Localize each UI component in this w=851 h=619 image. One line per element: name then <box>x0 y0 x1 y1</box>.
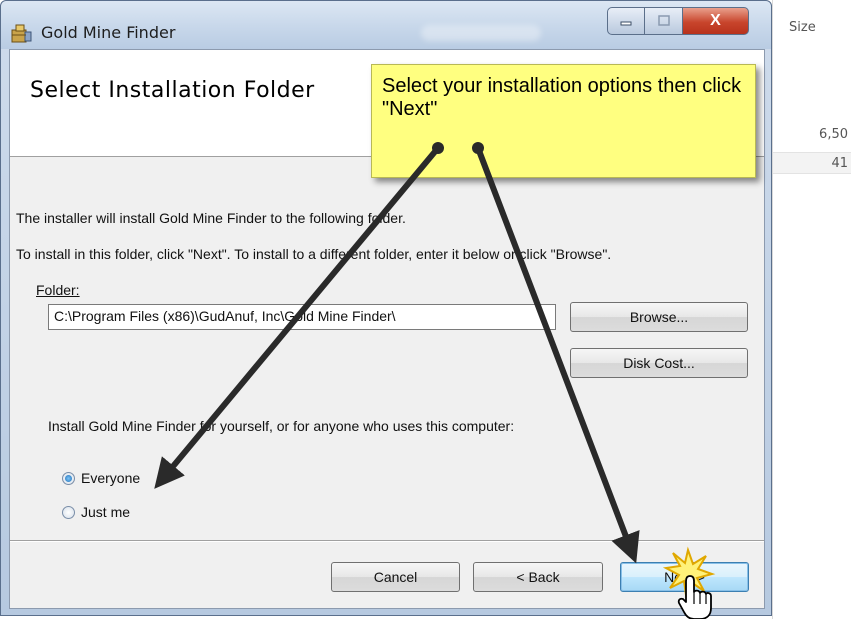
folder-label: Folder: <box>36 282 80 298</box>
maximize-button[interactable] <box>645 7 683 35</box>
size-column-header[interactable]: Size <box>789 20 816 35</box>
file-size-cell[interactable]: 41 <box>773 152 851 174</box>
radio-everyone[interactable]: Everyone <box>62 470 140 486</box>
tutorial-callout: Select your installation options then cl… <box>371 64 756 178</box>
minimize-icon <box>620 21 632 26</box>
close-icon: X <box>710 12 721 29</box>
maximize-icon <box>657 15 670 26</box>
browse-button[interactable]: Browse... <box>570 302 748 332</box>
back-button[interactable]: < Back <box>473 562 603 592</box>
radio-button-unselected[interactable] <box>62 505 75 519</box>
installer-app-icon <box>11 24 32 43</box>
background-explorer-window: Size 6,50 41 <box>772 0 851 619</box>
instruction-text: To install in this folder, click "Next".… <box>16 246 612 262</box>
title-bar[interactable]: Gold Mine Finder X <box>1 1 771 49</box>
window-title: Gold Mine Finder <box>41 23 176 42</box>
callout-text: Select your installation options then cl… <box>382 75 742 120</box>
cancel-button[interactable]: Cancel <box>331 562 460 592</box>
blurred-title-region <box>421 25 541 41</box>
radio-button-selected[interactable] <box>62 471 75 485</box>
page-title: Select Installation Folder <box>30 78 315 103</box>
install-for-label: Install Gold Mine Finder for yourself, o… <box>48 418 515 434</box>
file-size-cell[interactable]: 6,50 <box>773 124 851 146</box>
footer-separator <box>10 540 764 542</box>
window-controls: X <box>607 7 749 41</box>
radio-just-me[interactable]: Just me <box>62 504 130 520</box>
folder-path-input[interactable]: C:\Program Files (x86)\GudAnuf, Inc\Gold… <box>48 304 556 330</box>
minimize-button[interactable] <box>607 7 645 35</box>
close-button[interactable]: X <box>683 7 749 35</box>
disk-cost-button[interactable]: Disk Cost... <box>570 348 748 378</box>
next-button[interactable]: Next > <box>620 562 749 592</box>
radio-everyone-label: Everyone <box>81 470 141 486</box>
radio-just-me-label: Just me <box>81 504 131 520</box>
folder-label-text: Folder: <box>36 282 80 298</box>
intro-text: The installer will install Gold Mine Fin… <box>16 210 406 226</box>
